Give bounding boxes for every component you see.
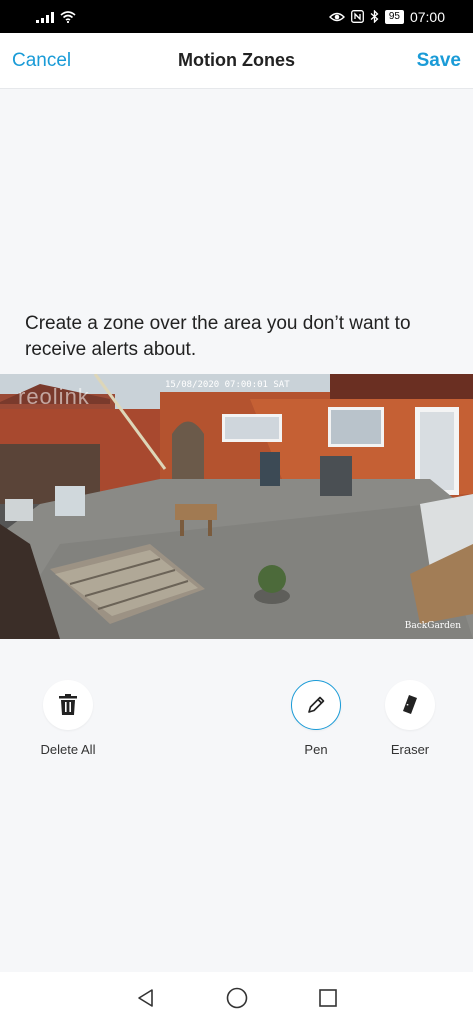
delete-all-label: Delete All — [40, 742, 96, 757]
delete-all-circle[interactable] — [43, 680, 93, 730]
status-bar: 95 07:00 — [0, 0, 473, 33]
eraser-icon — [403, 695, 417, 714]
nav-home-button[interactable] — [222, 983, 252, 1013]
wifi-icon — [60, 10, 76, 23]
pen-tool-circle[interactable] — [291, 680, 341, 730]
header-bar: Cancel Motion Zones Save — [0, 33, 473, 89]
eraser-tool-circle[interactable] — [385, 680, 435, 730]
system-nav-bar — [0, 972, 473, 1024]
cancel-button[interactable]: Cancel — [12, 50, 71, 72]
camera-name: BackGarden — [404, 621, 461, 631]
camera-watermark: reolink — [18, 384, 90, 409]
instruction-text: Create a zone over the area you don’t wa… — [25, 313, 411, 360]
camera-scene — [0, 374, 473, 639]
nav-recents-button[interactable] — [313, 983, 343, 1013]
recents-square-icon — [318, 989, 337, 1007]
trash-icon — [59, 694, 77, 715]
back-triangle-icon — [137, 989, 153, 1007]
battery-indicator: 95 — [384, 9, 404, 24]
status-right: 95 07:00 — [328, 8, 445, 25]
nfc-icon — [350, 10, 364, 23]
eraser-tool-button[interactable]: Eraser — [365, 680, 455, 757]
status-left — [36, 10, 76, 23]
bluetooth-icon — [370, 10, 379, 23]
pen-label: Pen — [304, 742, 328, 757]
pen-tool-button[interactable]: Pen — [271, 680, 361, 757]
delete-all-button[interactable]: Delete All — [23, 680, 113, 757]
eraser-label: Eraser — [390, 742, 430, 757]
camera-snapshot[interactable]: reolink 15/08/2020 07:00:01 SAT BackGard… — [0, 374, 473, 639]
signal-icon — [36, 11, 54, 23]
status-time: 07:00 — [409, 8, 445, 25]
camera-timestamp: 15/08/2020 07:00:01 SAT — [165, 380, 290, 390]
eye-icon — [328, 12, 345, 21]
pen-icon — [308, 696, 325, 713]
home-circle-icon — [226, 987, 247, 1009]
nav-back-button[interactable] — [131, 983, 161, 1013]
save-button[interactable]: Save — [417, 50, 461, 72]
